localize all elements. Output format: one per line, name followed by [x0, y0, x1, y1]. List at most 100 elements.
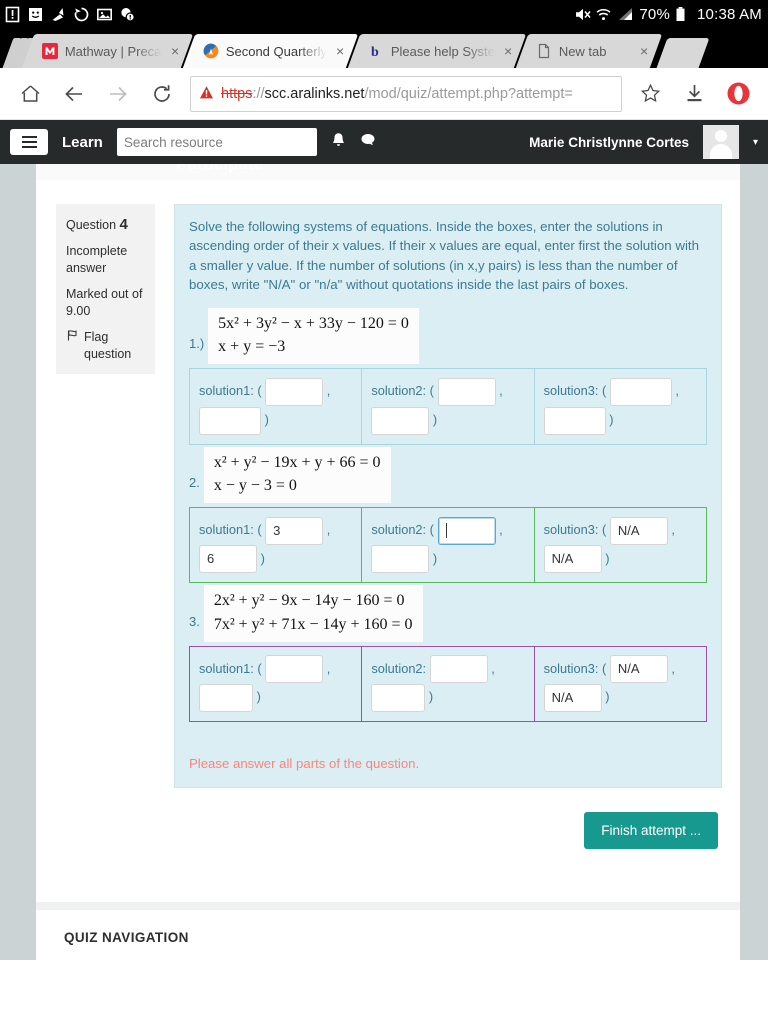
- opera-menu-icon[interactable]: [716, 72, 760, 116]
- question-body: Solve the following systems of equations…: [174, 204, 722, 788]
- close-icon[interactable]: ×: [502, 43, 514, 59]
- solution3-label: solution3: (: [543, 660, 607, 676]
- home-icon[interactable]: [8, 72, 52, 116]
- solution1-label: solution1: (: [199, 660, 262, 676]
- comma: ,: [491, 660, 495, 676]
- chevron-down-icon[interactable]: ▾: [753, 137, 758, 148]
- broom-icon: [50, 6, 67, 23]
- solution3-label: solution3: (: [543, 522, 607, 538]
- solution-cell: solution1: ( , ): [190, 646, 363, 721]
- solution2-label: solution2: (: [371, 522, 434, 538]
- solution3-x-input[interactable]: [609, 378, 672, 407]
- solution2-x-input[interactable]: [437, 516, 496, 545]
- url-text: https://scc.aralinks.net/mod/quiz/attemp…: [221, 86, 573, 102]
- close-icon[interactable]: ×: [638, 43, 650, 59]
- user-name-label[interactable]: Marie Christlynne Cortes: [529, 135, 689, 150]
- tab-title: New tab: [559, 43, 608, 59]
- clock-label: 10:38 AM: [697, 5, 762, 23]
- page-background: Participate Question 4 Incomplete answer…: [0, 164, 768, 960]
- close-paren: ): [264, 412, 269, 428]
- solution3-label: solution3: (: [543, 383, 607, 399]
- solution1-x-input[interactable]: [265, 655, 324, 684]
- solution2-x-input[interactable]: [429, 655, 488, 684]
- equation-3-line-1: 2x² + y² − 9x − 14y − 160 = 0: [213, 592, 405, 610]
- tab-title: Please help Syste: [391, 43, 496, 59]
- solution2-y-input[interactable]: [371, 683, 426, 712]
- image-icon: [96, 6, 113, 23]
- finish-attempt-button[interactable]: Finish attempt ...: [584, 811, 718, 849]
- solution3-x-input[interactable]: N/A: [609, 655, 668, 684]
- flag-question-button[interactable]: Flag question: [66, 329, 145, 363]
- solution2-y-input[interactable]: [371, 406, 430, 435]
- solution-cell: solution2: ( , ): [362, 508, 535, 583]
- url-scheme: https: [221, 85, 253, 102]
- comma: ,: [675, 383, 679, 399]
- solution2-label: solution2:: [371, 660, 427, 676]
- equation-row-2: 2. x² + y² − 19x + y + 66 = 0 x − y − 3 …: [189, 446, 707, 504]
- forward-arrow-icon: [96, 72, 140, 116]
- solution1-y-input[interactable]: 6: [199, 545, 257, 574]
- hamburger-menu-icon[interactable]: [10, 129, 48, 155]
- question-marks: Marked out of 9.00: [66, 287, 143, 318]
- solution-cell: solution3: ( N/A , N/A ): [535, 508, 706, 582]
- browser-tab-second-quarterly[interactable]: Second Quarterly ×: [182, 34, 359, 68]
- aralinks-icon: [203, 43, 219, 59]
- solution3-y-input[interactable]: N/A: [543, 545, 602, 574]
- new-tab-button[interactable]: [656, 38, 710, 68]
- browser-toolbar: https://scc.aralinks.net/mod/quiz/attemp…: [0, 68, 768, 120]
- question-number: 4: [119, 216, 128, 233]
- solution2-y-input[interactable]: [371, 545, 430, 574]
- equation-1-line-1: 5x² + 3y² − x + 33y − 120 = 0: [218, 315, 409, 333]
- star-icon[interactable]: [628, 72, 672, 116]
- browser-tab-new-tab[interactable]: New tab ×: [516, 34, 663, 68]
- equation-number-1: 1.): [189, 335, 205, 351]
- equation-image-2: x² + y² − 19x + y + 66 = 0 x − y − 3 = 0: [203, 446, 391, 504]
- equation-1-line-2: x + y = −3: [218, 338, 286, 356]
- not-secure-warning-icon[interactable]: [199, 85, 214, 102]
- solution1-y-input[interactable]: [199, 406, 261, 435]
- notifications-bell-icon[interactable]: [331, 132, 346, 153]
- question-info-panel: Question 4 Incomplete answer Marked out …: [56, 204, 155, 374]
- comma: ,: [671, 660, 675, 676]
- battery-icon: [675, 6, 692, 23]
- url-separator: ://: [252, 85, 265, 102]
- quiz-navigation-title: QUIZ NAVIGATION: [64, 930, 189, 945]
- quiz-navigation-card: QUIZ NAVIGATION: [36, 910, 740, 960]
- solution2-x-input[interactable]: [437, 378, 496, 407]
- tab-title: Second Quarterly: [225, 43, 327, 59]
- reload-icon[interactable]: [140, 72, 184, 116]
- question-prompt: Solve the following systems of equations…: [189, 219, 699, 292]
- comma: ,: [499, 522, 503, 538]
- close-icon[interactable]: ×: [334, 43, 346, 59]
- browser-tab-brainly[interactable]: b Please help Syste ×: [347, 34, 527, 68]
- back-arrow-icon[interactable]: [52, 72, 96, 116]
- close-icon[interactable]: ×: [169, 43, 181, 59]
- url-host: scc.aralinks.net: [264, 85, 365, 102]
- url-path: /mod/quiz/attempt.php?attempt=: [364, 85, 573, 102]
- search-input[interactable]: Search resource: [116, 128, 317, 156]
- site-brand[interactable]: Learn: [62, 134, 103, 151]
- mathway-icon: [42, 43, 58, 59]
- solution-cell: solution2: ( , ): [362, 369, 535, 444]
- brainly-icon: b: [368, 43, 384, 60]
- browser-tab-mathway[interactable]: Mathway | Preca ×: [21, 34, 193, 68]
- site-navbar: Learn Search resource Marie Christlynne …: [0, 120, 768, 164]
- equation-number-3: 3.: [189, 614, 200, 629]
- download-icon[interactable]: [672, 72, 716, 116]
- solution1-x-input[interactable]: [265, 378, 324, 407]
- solution-grid-3: solution1: ( , ) solution2: , ) solution…: [189, 645, 707, 722]
- address-bar[interactable]: https://scc.aralinks.net/mod/quiz/attemp…: [190, 75, 622, 112]
- alert-icon: [4, 6, 21, 23]
- user-avatar[interactable]: [702, 125, 739, 159]
- solution1-x-input[interactable]: 3: [265, 516, 324, 545]
- close-paren: ): [432, 550, 438, 566]
- solution1-y-input[interactable]: [199, 683, 253, 712]
- search-placeholder: Search resource: [123, 134, 223, 150]
- messages-bubble-icon[interactable]: [360, 132, 376, 152]
- solution3-y-input[interactable]: [543, 406, 606, 435]
- solution-grid-2: solution1: ( 3 , 6 ) solution2: ( , ) so…: [189, 507, 707, 584]
- solution3-y-input[interactable]: N/A: [543, 683, 602, 712]
- quiz-content-card: Question 4 Incomplete answer Marked out …: [36, 180, 740, 902]
- status-bar-notification-icons: [4, 6, 136, 23]
- solution3-x-input[interactable]: N/A: [609, 516, 668, 545]
